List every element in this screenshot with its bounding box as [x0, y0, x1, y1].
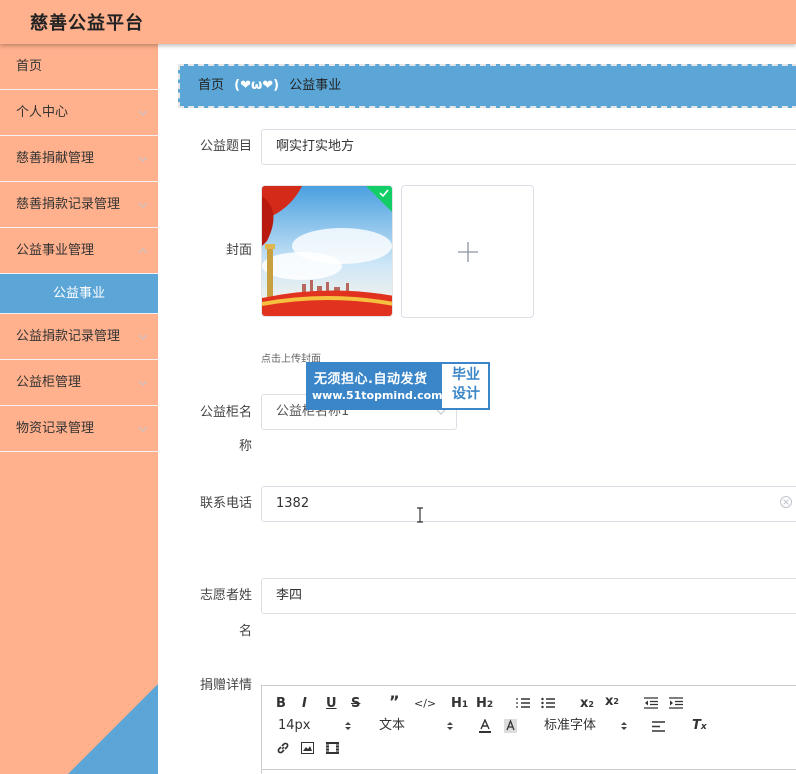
code-icon[interactable]: </>: [414, 695, 436, 713]
font-color-icon[interactable]: [479, 719, 491, 733]
breadcrumb-home[interactable]: 首页: [198, 78, 224, 93]
title-input[interactable]: 啊实打实地方: [261, 129, 796, 165]
main-content: 首页 (❤ω❤) 公益事业 公益题目 啊实打实地方 封面 点击上传封面 公益柜名…: [158, 44, 796, 774]
background-color-icon[interactable]: [504, 719, 517, 733]
superscript-icon[interactable]: x2: [605, 693, 619, 711]
subscript-icon[interactable]: x2: [580, 695, 594, 714]
video-icon[interactable]: [326, 742, 339, 754]
upload-button[interactable]: [401, 185, 534, 318]
heading1-icon[interactable]: H1: [451, 695, 468, 714]
cabinet-label: 公益柜名: [199, 405, 252, 420]
underline-icon[interactable]: U: [326, 695, 337, 713]
app-root: 慈善公益平台 首页 个人中心 慈善捐献管理 慈善捐款记录管理 公益事业管理 公益…: [0, 0, 796, 774]
watermark-right: 毕业 设计: [446, 366, 486, 404]
check-icon: [366, 186, 392, 212]
volunteer-label: 志愿者姓: [199, 588, 252, 603]
breadcrumb-current: 公益事业: [289, 78, 342, 93]
watermark-line2: www.51topmind.com: [312, 389, 443, 402]
volunteer-label-cont: 名: [238, 624, 252, 639]
chevron-down-icon: [138, 182, 150, 228]
watermark-right1: 毕业: [452, 367, 480, 383]
font-family-select[interactable]: 标准字体: [544, 717, 596, 735]
sidebar-item-supplies-records[interactable]: 物资记录管理: [0, 406, 158, 452]
select-arrows-icon: [447, 722, 453, 730]
image-icon[interactable]: [301, 742, 314, 754]
strikethrough-icon[interactable]: S: [351, 695, 360, 713]
watermark-badge: 无须担心.自动发货 www.51topmind.com 毕业 设计: [306, 362, 490, 410]
volunteer-input[interactable]: 李四: [261, 578, 796, 614]
indent-icon[interactable]: [669, 697, 683, 709]
quote-icon[interactable]: ”: [389, 693, 400, 711]
align-icon[interactable]: [652, 721, 665, 732]
ordered-list-icon[interactable]: [516, 697, 530, 709]
phone-input[interactable]: 1382: [261, 486, 796, 522]
sidebar-item-label: 公益捐款记录管理: [16, 329, 121, 344]
sidebar-item-label: 公益柜管理: [16, 375, 82, 390]
sidebar-item-label: 公益事业管理: [16, 243, 95, 258]
sidebar-item-charity-donation[interactable]: 慈善捐献管理: [0, 136, 158, 182]
phone-label: 联系电话: [199, 496, 252, 511]
watermark-line1: 无须担心.自动发货: [314, 372, 428, 387]
clear-format-icon[interactable]: Tx: [692, 717, 707, 736]
select-arrows-icon: [345, 722, 351, 730]
bullet-list-icon[interactable]: [541, 697, 555, 709]
breadcrumb: 首页 (❤ω❤) 公益事业: [178, 64, 796, 108]
site-title: 慈善公益平台: [30, 13, 144, 34]
sidebar-item-charity-records[interactable]: 慈善捐款记录管理: [0, 182, 158, 228]
italic-icon[interactable]: I: [302, 695, 307, 713]
sidebar-item-welfare-management[interactable]: 公益事业管理: [0, 228, 158, 274]
chevron-down-icon: [138, 406, 150, 452]
plus-icon: [458, 242, 478, 262]
sidebar-item-label: 慈善捐款记录管理: [16, 197, 121, 212]
sidebar-item-welfare-donation-records[interactable]: 公益捐款记录管理: [0, 314, 158, 360]
toolbar-divider: [262, 769, 796, 770]
sidebar-item-label: 物资记录管理: [16, 421, 95, 436]
title-label: 公益题目: [199, 139, 252, 154]
cover-label: 封面: [225, 243, 252, 258]
watermark-right2: 设计: [452, 386, 480, 402]
chevron-down-icon: [138, 90, 150, 136]
chevron-up-icon: [138, 228, 150, 274]
chevron-down-icon: [138, 314, 150, 360]
breadcrumb-separator: (❤ω❤): [234, 78, 280, 93]
paragraph-select[interactable]: 文本: [379, 717, 405, 735]
sidebar-item-label: 慈善捐献管理: [16, 151, 95, 166]
top-header: 慈善公益平台: [0, 0, 796, 44]
bold-icon[interactable]: B: [276, 695, 286, 713]
outdent-icon[interactable]: [644, 697, 658, 709]
sidebar-item-label: 首页: [16, 59, 43, 74]
detail-label: 捐赠详情: [199, 678, 252, 693]
sidebar-subitem-welfare[interactable]: 公益事业: [0, 274, 158, 314]
decorative-corner: [68, 684, 158, 774]
clear-icon[interactable]: [779, 495, 793, 509]
cabinet-label-cont: 称: [238, 439, 252, 454]
sidebar-item-home[interactable]: 首页: [0, 44, 158, 90]
rich-text-editor: B I U S ” </> H1 H2 x2 x2 14px 文本 标准字体 T…: [261, 685, 796, 774]
font-size-select[interactable]: 14px: [278, 717, 311, 735]
select-arrows-icon: [621, 722, 627, 730]
watermark-left: 无须担心.自动发货 www.51topmind.com: [308, 364, 443, 408]
link-icon[interactable]: [276, 741, 290, 755]
sidebar: 首页 个人中心 慈善捐献管理 慈善捐款记录管理 公益事业管理 公益事业 公益捐款…: [0, 44, 158, 774]
cover-image[interactable]: [261, 185, 393, 317]
sidebar-item-personal-center[interactable]: 个人中心: [0, 90, 158, 136]
heading2-icon[interactable]: H2: [476, 695, 493, 714]
sidebar-item-cabinet-management[interactable]: 公益柜管理: [0, 360, 158, 406]
chevron-down-icon: [138, 360, 150, 406]
chevron-down-icon: [138, 136, 150, 182]
text-cursor-icon: [417, 507, 423, 523]
sidebar-item-label: 个人中心: [16, 105, 69, 120]
